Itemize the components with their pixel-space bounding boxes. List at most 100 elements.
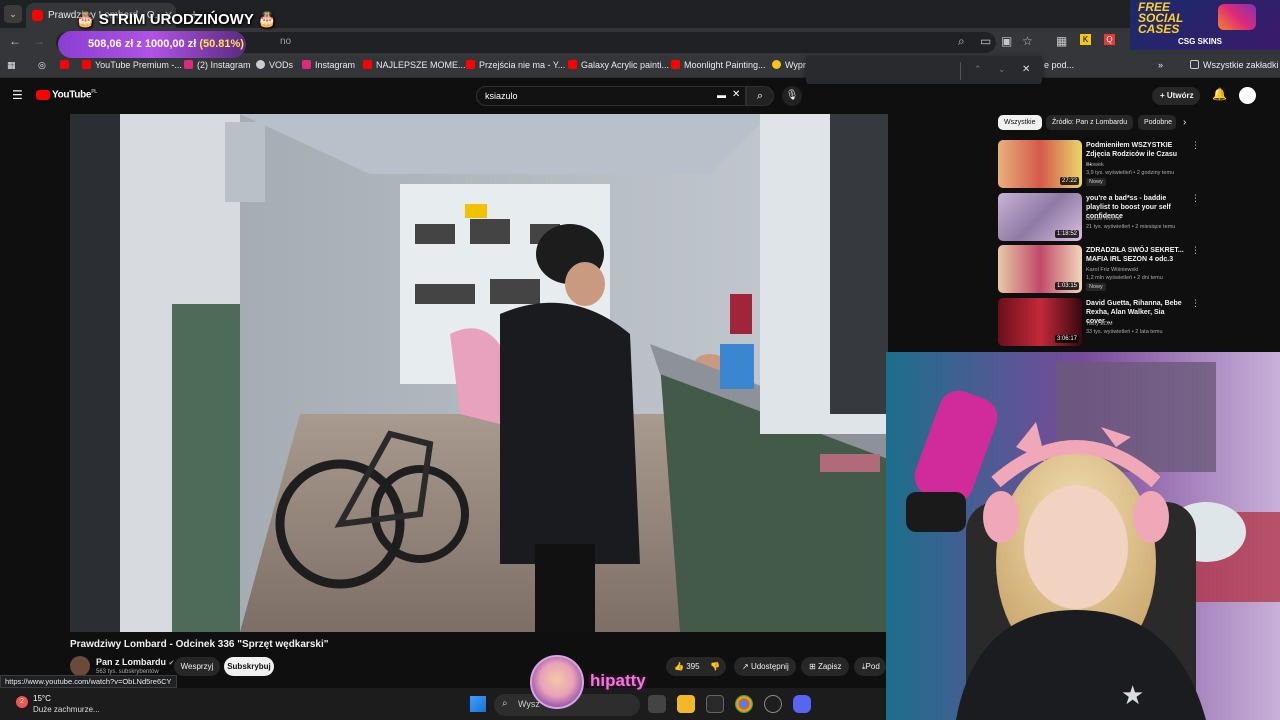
windows-start-icon[interactable] bbox=[470, 696, 486, 712]
search-input[interactable]: ksiazulo ▬ ✕ bbox=[476, 86, 746, 106]
all-bookmarks-label: Wszystkie zakładki bbox=[1203, 60, 1279, 70]
recommendation-stats: 21 tys. wyświetleń • 2 miesiące temu bbox=[1086, 224, 1176, 230]
recommendation-thumbnail[interactable]: 27:22 bbox=[998, 140, 1082, 188]
zoom-icon[interactable]: ⌕ bbox=[958, 34, 965, 49]
share-button[interactable]: ↗ Udostępnij bbox=[734, 657, 796, 676]
channel-name[interactable]: Pan z Lombardu ✔ bbox=[96, 657, 174, 667]
youtube-icon bbox=[82, 60, 91, 69]
save-label: Zapisz bbox=[817, 662, 842, 671]
discord-icon[interactable] bbox=[793, 695, 811, 713]
create-button[interactable]: + Utwórz bbox=[1152, 87, 1200, 105]
bookmark-star-icon[interactable]: ☆ bbox=[1022, 34, 1033, 48]
recommendation-meta: Karol Friz Wiśniewski 1,2 mln wyświetleń… bbox=[1086, 266, 1186, 291]
more-options-icon[interactable]: ⋮ bbox=[1191, 245, 1200, 256]
bookmark-item[interactable]: NAJLEPSZE MOME... bbox=[363, 60, 466, 70]
recommendation-thumbnail[interactable]: 3:06:17 bbox=[998, 298, 1082, 346]
find-prev-icon[interactable]: ⌃ bbox=[974, 64, 982, 75]
bookmark-item[interactable]: Przejścia nie ma - Y... bbox=[466, 60, 565, 70]
keyboard-icon[interactable]: ▬ bbox=[717, 90, 726, 100]
find-divider bbox=[960, 62, 961, 80]
bookmark-item[interactable]: Moonlight Painting... bbox=[671, 60, 766, 70]
store-icon[interactable] bbox=[706, 695, 724, 713]
sponsor-text: FREE SOCIAL CASES bbox=[1138, 1, 1183, 36]
extension-k-icon[interactable]: K bbox=[1080, 34, 1091, 45]
download-button[interactable]: ⤓Pod bbox=[854, 657, 886, 676]
more-options-icon[interactable]: ⋮ bbox=[1191, 298, 1200, 309]
more-options-icon[interactable]: ⋮ bbox=[1191, 193, 1200, 204]
account-avatar[interactable] bbox=[1239, 87, 1256, 104]
bookmark-item[interactable]: Wypr bbox=[772, 60, 806, 70]
download-label: Pod bbox=[865, 662, 880, 671]
bookmark-youtube-icon[interactable] bbox=[60, 60, 73, 70]
apps-icon[interactable]: ▦ bbox=[7, 60, 16, 71]
recommendation-title[interactable]: ZDRADZIŁA SWÓJ SEKRET... MAFIA IRL SEZON… bbox=[1086, 246, 1184, 264]
svg-text:★: ★ bbox=[1121, 681, 1144, 711]
recommendation-channel: Tasty EDM bbox=[1086, 321, 1113, 327]
find-bar[interactable]: ⌃ ⌄ ✕ bbox=[806, 56, 1042, 86]
chip-all[interactable]: Wszystkie bbox=[998, 115, 1042, 130]
save-button[interactable]: ⊞ Zapisz bbox=[801, 657, 849, 676]
youtube-logo-text: YouTube bbox=[52, 89, 92, 101]
youtube-logo-icon[interactable] bbox=[36, 90, 50, 100]
video-player[interactable] bbox=[70, 114, 888, 632]
streamer-name: hipatty bbox=[590, 671, 646, 690]
bookmark-icon bbox=[772, 60, 781, 69]
recommendation-thumbnail[interactable]: 1:03:15 bbox=[998, 245, 1082, 293]
chip-similar[interactable]: Podobne bbox=[1138, 115, 1176, 130]
windows-taskbar bbox=[0, 688, 886, 720]
more-options-icon[interactable]: ⋮ bbox=[1191, 140, 1200, 151]
tab-search-button[interactable]: ⌄ bbox=[4, 5, 22, 23]
extension-red-icon[interactable]: Q bbox=[1104, 34, 1115, 45]
cast-icon[interactable]: ▭ bbox=[980, 34, 991, 48]
hamburger-menu-icon[interactable]: ☰ bbox=[12, 88, 23, 102]
notifications-bell-icon[interactable]: 🔔 bbox=[1212, 87, 1227, 101]
bookmark-item[interactable]: YouTube Premium -... bbox=[82, 60, 182, 70]
share-icon: ↗ bbox=[742, 662, 749, 671]
back-icon[interactable]: ← bbox=[9, 34, 21, 48]
forward-icon[interactable]: → bbox=[33, 34, 45, 48]
chrome-icon[interactable] bbox=[735, 695, 753, 713]
bookmark-label: Moonlight Painting... bbox=[684, 60, 766, 70]
like-button[interactable]: 👍 395 👎 bbox=[666, 657, 726, 676]
stream-title: 🎂 STRIM URODZIŃOWY 🎂 bbox=[76, 10, 276, 28]
sponsor-line: CASES bbox=[1138, 22, 1180, 36]
youtube-logo[interactable]: YouTubePL bbox=[52, 89, 97, 100]
find-close-icon[interactable]: ✕ bbox=[1022, 64, 1030, 75]
search-button[interactable]: ⌕ bbox=[746, 86, 774, 106]
bookmark-item[interactable]: Instagram bbox=[302, 60, 355, 70]
all-bookmarks-button[interactable]: Wszystkie zakładki bbox=[1190, 60, 1279, 70]
bookmark-label: Przejścia nie ma - Y... bbox=[479, 60, 566, 70]
extension-icon[interactable]: ▦ bbox=[1056, 34, 1067, 48]
bookmark-label: YouTube Premium -... bbox=[95, 60, 182, 70]
more-bookmarks-icon[interactable]: » bbox=[1158, 60, 1163, 70]
bookmark-item[interactable]: Galaxy Acrylic painti... bbox=[568, 60, 669, 70]
bookmark-item[interactable]: e pod... bbox=[1044, 60, 1074, 70]
video-duration: 3:06:17 bbox=[1054, 335, 1079, 343]
subscribe-button[interactable]: Subskrybuj bbox=[224, 657, 274, 676]
bookmark-folder-icon[interactable]: ◎ bbox=[38, 60, 46, 71]
weather-icon[interactable]: 2 bbox=[16, 696, 28, 708]
chip-from-channel[interactable]: Źródło: Pan z Lombardu bbox=[1046, 115, 1134, 130]
create-label: Utwórz bbox=[1166, 91, 1194, 100]
recommendation-thumbnail[interactable]: 1:18:52 bbox=[998, 193, 1082, 241]
weather-temperature[interactable]: 15°C bbox=[33, 694, 51, 703]
chips-next-icon[interactable]: › bbox=[1183, 117, 1186, 128]
bookmark-label: Instagram bbox=[315, 60, 356, 70]
bookmark-item[interactable]: (2) Instagram bbox=[184, 60, 251, 70]
weather-description[interactable]: Duże zachmurze... bbox=[33, 705, 100, 714]
bookmark-label: e pod... bbox=[1044, 60, 1075, 70]
youtube-icon bbox=[671, 60, 680, 69]
file-explorer-icon[interactable] bbox=[677, 695, 695, 713]
install-icon[interactable]: ▣ bbox=[1001, 34, 1012, 48]
find-next-icon[interactable]: ⌄ bbox=[998, 64, 1006, 75]
recommendation-channel: Blowek bbox=[1086, 162, 1104, 168]
support-button[interactable]: Wesprzyj bbox=[174, 657, 220, 676]
thumbs-down-icon[interactable]: 👎 bbox=[710, 657, 720, 676]
bookmark-item[interactable]: VODs bbox=[256, 60, 293, 70]
new-badge: Nowy bbox=[1086, 283, 1106, 291]
task-view-icon[interactable] bbox=[648, 695, 666, 713]
voice-search-button[interactable]: 🎙 bbox=[782, 86, 802, 106]
obs-icon[interactable] bbox=[764, 695, 782, 713]
channel-avatar[interactable] bbox=[70, 656, 90, 676]
clear-search-icon[interactable]: ✕ bbox=[732, 89, 740, 100]
